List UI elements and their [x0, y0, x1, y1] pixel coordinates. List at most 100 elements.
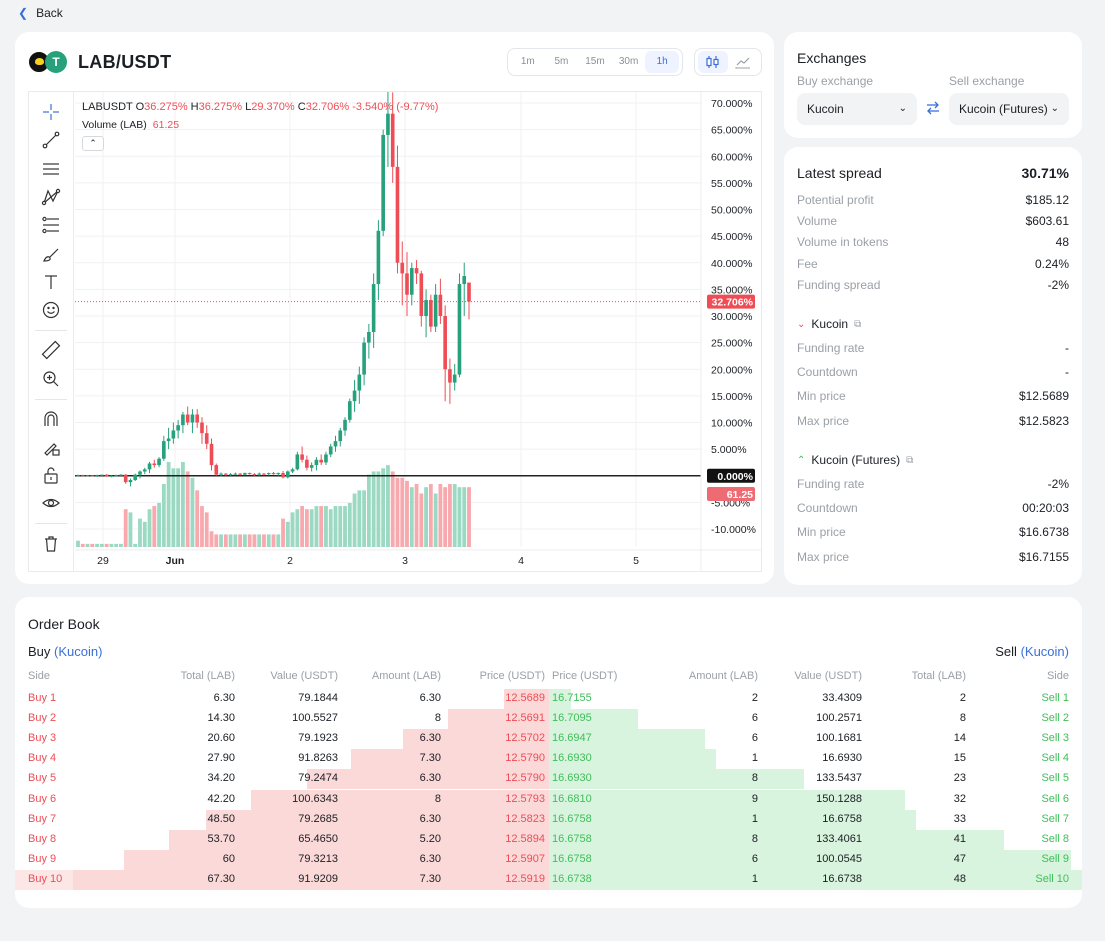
chevron-down-icon: ⌄ [797, 318, 806, 330]
volume-bar [338, 506, 343, 547]
sell-value: 33.4309 [822, 692, 862, 704]
emoji-icon[interactable] [39, 298, 63, 322]
col-header-amount: Amount (LAB) [371, 670, 441, 682]
line-chart-button[interactable] [728, 51, 758, 73]
buy-price: 12.5907 [505, 852, 545, 865]
candlestick-chart-button[interactable] [698, 51, 728, 73]
candle-body [429, 300, 433, 327]
brush-icon[interactable] [39, 242, 63, 266]
timeframe-15m[interactable]: 15m [578, 51, 612, 73]
sell-amount: 6 [751, 732, 758, 745]
unlock-icon[interactable] [39, 463, 63, 487]
timeframe-1m[interactable]: 1m [511, 51, 545, 73]
volume-bar [161, 484, 166, 547]
volume-bar [438, 484, 443, 547]
sell-total: 23 [953, 772, 966, 785]
volume-legend: Volume (LAB) 61.25 [82, 119, 180, 131]
sell-exchange-link[interactable]: (Kucoin) [1021, 644, 1069, 659]
buy-side-label: Buy 10 [28, 872, 63, 885]
y-tick-label: 25.000% [711, 338, 752, 350]
candle-body [109, 475, 114, 477]
lock-drawing-icon[interactable] [39, 435, 63, 459]
sell-side-label: Sell 5 [1041, 772, 1069, 785]
sell-price: 16.6930 [552, 752, 592, 765]
candle-body [219, 473, 223, 475]
candle-body [76, 475, 80, 477]
volume-bar [219, 534, 223, 547]
volume-bar [90, 543, 95, 547]
magnet-icon[interactable] [39, 407, 63, 431]
buy-side-label: Buy 1 [28, 692, 57, 704]
sell-amount: 1 [751, 812, 758, 825]
text-tool-icon[interactable] [39, 270, 63, 294]
buy-price: 12.5702 [505, 732, 545, 745]
candle-body [333, 441, 338, 447]
swap-icon[interactable] [925, 100, 941, 116]
volume-bar [109, 543, 114, 547]
sell-price: 16.7155 [552, 692, 592, 704]
buy-amount: 7.30 [419, 872, 441, 885]
volume-bar [366, 474, 371, 547]
order-book-row: Buy 7 48.50 79.2685 6.30 12.5823 16.6758 1 16.6… [15, 809, 1082, 830]
eye-icon[interactable] [39, 491, 63, 515]
order-book-row: Buy 1 6.30 79.1844 6.30 12.5689 16.7155 2 33.43… [15, 689, 1082, 709]
chart-area[interactable]: 70.000% 65.000% 60.000% 55.000% 50.000% 45.00… [28, 91, 762, 572]
volume-bar [266, 534, 271, 547]
buy-ex-row: Min price $12.5689 [797, 389, 1069, 403]
spread-row: Potential profit $185.12 [797, 193, 1069, 207]
candle-body [123, 474, 128, 483]
volume-bar [133, 543, 138, 547]
sell-exchange-heading[interactable]: ⌃ Kucoin (Futures) ⧉ [797, 453, 913, 467]
volume-bar [200, 506, 204, 547]
pattern-icon[interactable] [39, 185, 63, 209]
timeframe-1h[interactable]: 1h [645, 51, 679, 73]
timeframe-30m[interactable]: 30m [612, 51, 646, 73]
volume-bar [295, 509, 300, 547]
volume-bar [99, 543, 104, 547]
latest-spread-value: 30.71% [1021, 165, 1069, 181]
volume-bar [381, 468, 386, 547]
buy-exchange-select[interactable]: Kucoin ⌄ [797, 93, 917, 125]
volume-bar [328, 509, 333, 547]
candle-body [462, 276, 467, 285]
sell-depth-bar [549, 869, 1082, 890]
chevron-up-icon: ⌃ [89, 138, 97, 148]
sell-price: 16.6930 [552, 772, 592, 785]
buy-value: 91.9209 [298, 872, 338, 885]
buy-amount: 5.20 [419, 832, 441, 845]
sell-total: 2 [959, 692, 966, 704]
price-chart[interactable]: 70.000%65.000%60.000%55.000%50.000%45.00… [75, 92, 761, 571]
ruler-icon[interactable] [39, 338, 63, 362]
trash-icon[interactable] [39, 532, 63, 556]
external-link-icon[interactable]: ⧉ [906, 455, 913, 466]
buy-amount: 8 [434, 792, 441, 805]
buy-exchange-heading[interactable]: ⌄ Kucoin ⧉ [797, 317, 861, 331]
y-tick-label: 55.000% [711, 178, 752, 190]
fib-levels-icon[interactable] [39, 213, 63, 237]
buy-total: 20.60 [207, 732, 235, 745]
sell-exchange-select[interactable]: Kucoin (Futures) ⌄ [949, 93, 1069, 125]
collapse-legend-button[interactable]: ⌃ [82, 136, 104, 151]
zoom-in-icon[interactable] [39, 367, 63, 391]
horizontal-lines-icon[interactable] [39, 157, 63, 181]
crosshair-icon[interactable] [39, 100, 63, 124]
external-link-icon[interactable]: ⧉ [854, 319, 861, 330]
buy-value: 79.3213 [298, 852, 338, 865]
candle-body [343, 419, 347, 431]
trend-line-icon[interactable] [39, 128, 63, 152]
volume-bar [119, 543, 123, 547]
legend-low: 29.370% [251, 101, 295, 113]
volume-bar [276, 534, 281, 547]
back-button[interactable]: ❮ Back [18, 6, 63, 20]
volume-bar [409, 487, 414, 547]
sell-value: 150.1288 [816, 792, 862, 805]
timeframe-5m[interactable]: 5m [545, 51, 579, 73]
volume-bar [376, 471, 381, 547]
buy-exchange-link[interactable]: (Kucoin) [54, 644, 102, 659]
candle-body [414, 268, 419, 274]
volume-bar [452, 484, 457, 547]
buy-side-label: Buy 8 [28, 832, 57, 845]
sell-value: 100.2571 [816, 712, 862, 725]
volume-bar [195, 490, 200, 547]
spread-row: Funding spread -2% [797, 278, 1069, 292]
